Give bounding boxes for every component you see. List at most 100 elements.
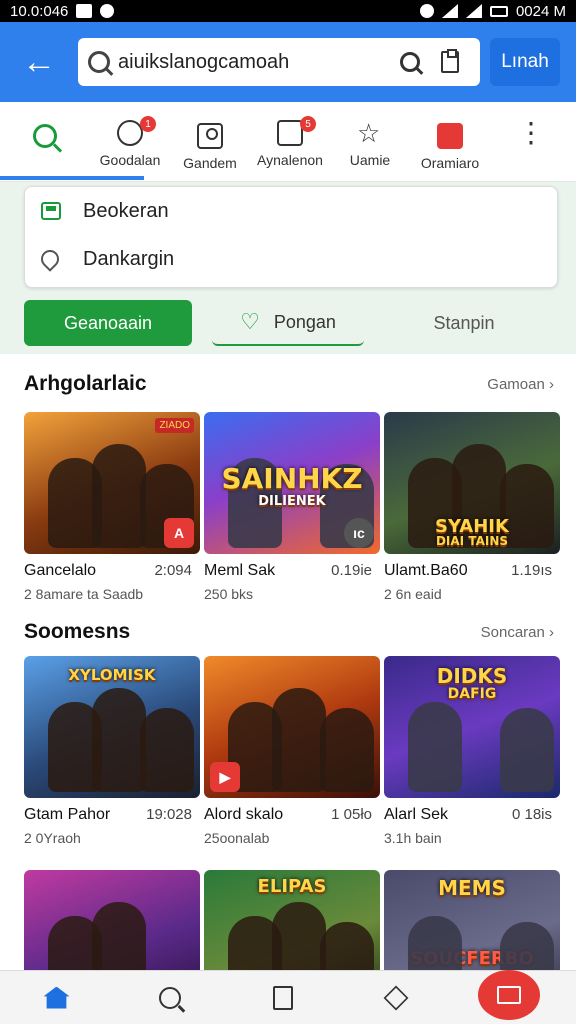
tab-gandem[interactable]: Gandem: [170, 108, 250, 182]
game-logo-text: MEMS: [438, 876, 506, 900]
mail-icon: [477, 969, 540, 1020]
game-grid: ZIADO A Gancelalo 2:094 2 8amare ta Saad…: [24, 412, 560, 602]
game-grid: XYLOMISK Gtam Pahor 19:028 2 0Yraoh ▶ Al…: [24, 656, 560, 846]
app-notification-icon: [100, 4, 115, 18]
location-pin-icon: [37, 246, 63, 272]
game-logo-text: XYLOMISK: [68, 666, 156, 684]
nav-search[interactable]: [113, 971, 226, 1024]
game-score: 0 18is: [511, 806, 552, 823]
section-more-link[interactable]: Gamoan ›: [487, 376, 554, 393]
notification-icon: [76, 4, 93, 18]
battery-icon: [489, 5, 508, 17]
game-subtitle: 250 bks: [204, 586, 254, 602]
notification-badge: 1: [140, 116, 156, 132]
filter-chips: Geanoaain ♡ Pongan Stanpin: [24, 300, 558, 346]
game-score: 2:094: [154, 562, 192, 579]
cube-icon: [383, 985, 408, 1010]
game-subtitle: 2 0Yraoh: [24, 830, 81, 846]
game-badge: ıc: [344, 518, 374, 548]
suggestion-item[interactable]: Dankargin: [25, 235, 557, 283]
chip-label: Pongan: [273, 311, 336, 332]
status-bar: 10.0:046 0024 M: [0, 0, 576, 22]
section-title: Arhgolarlaic: [24, 372, 147, 395]
clipboard-icon[interactable]: [430, 44, 470, 80]
game-logo-text: SAINHKZ: [221, 462, 363, 495]
game-thumbnail[interactable]: DIDKS DAFIG: [384, 656, 560, 798]
game-title: Gancelalo: [24, 562, 97, 579]
game-card[interactable]: SAINHKZ DILIENEK ıc Meml Sak 0.19ie 250 …: [204, 412, 380, 602]
tab-goodalan[interactable]: 1 Goodalan: [90, 108, 170, 182]
search-button[interactable]: Lınah: [490, 38, 560, 86]
search-input[interactable]: aiuikslanogcamoah: [78, 38, 480, 86]
chip-primary[interactable]: Geanoaain: [24, 300, 192, 346]
game-thumbnail[interactable]: SAINHKZ DILIENEK ıc: [204, 412, 380, 554]
kebab-icon: ⋮: [517, 117, 545, 148]
alarm-icon: [419, 4, 434, 18]
home-icon: [43, 986, 70, 1009]
game-card[interactable]: ZIADO A Gancelalo 2:094 2 8amare ta Saad…: [24, 412, 200, 602]
tab-uamie[interactable]: ☆ Uamie: [330, 108, 410, 182]
game-tag: ZIADO: [155, 418, 194, 433]
game-subtitle: 3.1h bain: [384, 830, 442, 846]
search-icon: [158, 986, 181, 1009]
more-menu[interactable]: ⋮: [490, 108, 570, 182]
tab-search[interactable]: [0, 108, 90, 182]
game-title: Meml Sak: [204, 562, 276, 579]
game-title: Alarl Sek: [384, 806, 449, 823]
active-tab-indicator: [0, 176, 144, 180]
game-logo-text: DIDKS: [436, 664, 508, 688]
status-time: 10.0:046: [10, 2, 69, 20]
bottom-navigation: [0, 969, 576, 1024]
back-arrow-icon[interactable]: ←: [12, 35, 66, 89]
game-logo-text: ELIPAS: [257, 876, 327, 897]
game-logo-subtext: DAFIG: [447, 686, 497, 702]
chip-tertiary[interactable]: Stanpin: [394, 300, 534, 346]
game-badge: A: [164, 518, 194, 548]
game-logo-subtext: DILIENEK: [258, 494, 326, 509]
status-clock: 0024 M: [515, 2, 566, 20]
tab-label: Uamie: [349, 152, 391, 168]
tab-aynalenon[interactable]: 5 Aynalenon: [250, 108, 330, 182]
game-title: Gtam Pahor: [24, 806, 111, 823]
play-badge-icon: ▶: [210, 762, 240, 792]
search-icon: [88, 51, 110, 73]
game-subtitle: 2 6n eaid: [384, 586, 442, 602]
tab-oramiaro[interactable]: Oramiaro: [410, 108, 490, 182]
star-icon: ☆: [357, 118, 381, 148]
section-more-link[interactable]: Soncaran ›: [481, 624, 554, 641]
tab-label: Oramiaro: [420, 155, 480, 171]
nav-inbox[interactable]: [452, 969, 565, 1024]
search-query[interactable]: aiuikslanogcamoah: [118, 51, 390, 74]
game-card[interactable]: SYAHIK DIAI TAINS Ulamt.Ba60 1.19ıs 2 6n…: [384, 412, 560, 602]
suggestion-item[interactable]: Beokeran: [25, 187, 557, 235]
section-title: Soomesns: [24, 620, 131, 643]
chip-secondary[interactable]: ♡ Pongan: [212, 300, 364, 346]
app-bar: ← aiuikslanogcamoah Lınah: [0, 22, 576, 102]
search-icon: [33, 124, 57, 148]
section-header: Soomesns Soncaran ›: [24, 620, 554, 644]
notification-badge: 5: [300, 116, 316, 132]
game-subtitle: 25oonalab: [204, 830, 270, 846]
game-score: 19:028: [146, 806, 192, 823]
suggestions-dropdown: Beokeran Dankargin: [24, 186, 558, 288]
game-thumbnail[interactable]: ▶: [204, 656, 380, 798]
suggestion-label: Dankargin: [83, 247, 175, 270]
book-icon: [272, 985, 293, 1010]
nav-home[interactable]: [0, 971, 113, 1024]
game-score: 0.19ie: [331, 562, 372, 579]
section-header: Arhgolarlaic Gamoan ›: [24, 372, 554, 396]
search-submit-icon[interactable]: [390, 44, 430, 80]
game-thumbnail[interactable]: XYLOMISK: [24, 656, 200, 798]
category-tabs: 1 Goodalan Gandem 5 Aynalenon ☆ Uamie Or…: [0, 108, 576, 182]
game-card[interactable]: DIDKS DAFIG Alarl Sek 0 18is 3.1h bain: [384, 656, 560, 846]
nav-library[interactable]: [226, 971, 339, 1024]
game-title: Alord skalo: [204, 806, 284, 823]
game-card[interactable]: XYLOMISK Gtam Pahor 19:028 2 0Yraoh: [24, 656, 200, 846]
game-title: Ulamt.Ba60: [384, 562, 468, 579]
wifi-icon: [441, 4, 458, 18]
game-thumbnail[interactable]: ZIADO A: [24, 412, 200, 554]
game-thumbnail[interactable]: SYAHIK DIAI TAINS: [384, 412, 560, 554]
game-score: 1.19ıs: [511, 562, 552, 579]
nav-apps[interactable]: [339, 971, 452, 1024]
game-card[interactable]: ▶ Alord skalo 1 05ło 25oonalab: [204, 656, 380, 846]
